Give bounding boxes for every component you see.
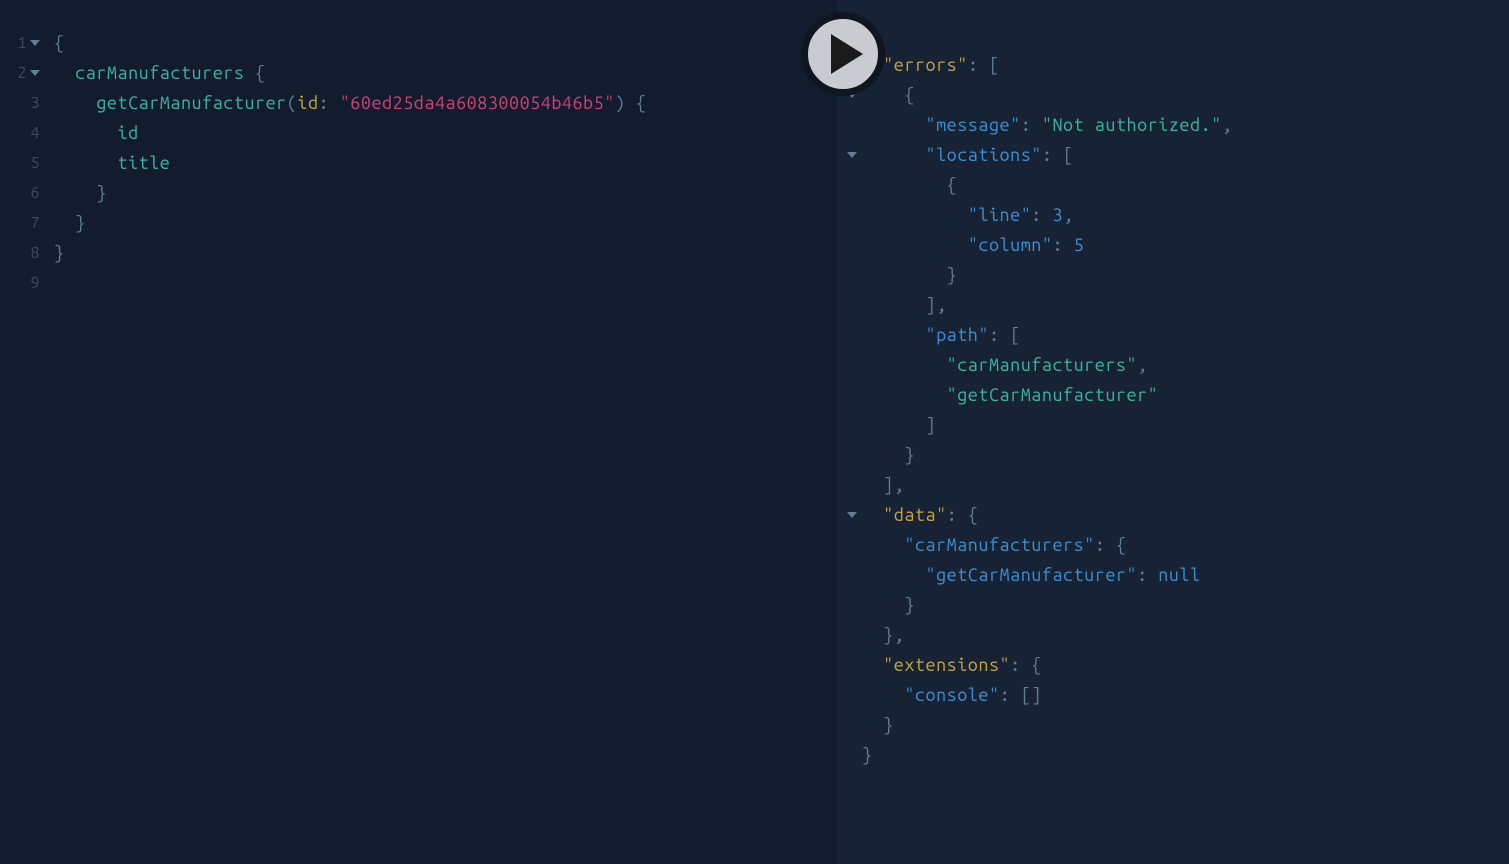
code-token: "locations"	[925, 145, 1041, 165]
code-token: null	[1158, 565, 1200, 585]
code-token: "line"	[968, 205, 1031, 225]
fold-arrow-icon[interactable]	[847, 512, 857, 518]
line-number: 6	[31, 178, 40, 208]
code-token: :	[319, 93, 340, 113]
code-token: :	[1137, 565, 1158, 585]
code-token: 3	[1052, 205, 1063, 225]
code-token: "carManufacturers"	[904, 535, 1094, 555]
code-token: }	[75, 213, 86, 233]
query-editor-pane[interactable]: 1 2 3 4 5 6 7 8 9 { carManufacturers { g…	[0, 0, 838, 864]
line-number: 1	[18, 28, 27, 58]
code-token: "path"	[925, 325, 988, 345]
execute-query-button[interactable]	[801, 12, 885, 96]
code-token: id	[297, 93, 318, 113]
line-number-gutter: 1 2 3 4 5 6 7 8 9	[0, 0, 44, 864]
code-token: },	[883, 625, 904, 645]
fold-arrow-icon[interactable]	[847, 152, 857, 158]
code-token: ],	[883, 475, 904, 495]
line-number: 5	[31, 148, 40, 178]
code-token: }	[947, 265, 958, 285]
query-code[interactable]: { carManufacturers { getCarManufacturer(…	[44, 0, 838, 864]
line-number: 8	[31, 238, 40, 268]
code-token: 5	[1074, 235, 1085, 255]
fold-arrow-icon[interactable]	[30, 40, 40, 46]
code-token: }	[904, 445, 915, 465]
code-token: ,	[1063, 205, 1074, 225]
code-token: "extensions"	[883, 655, 1010, 675]
code-token: : []	[1000, 685, 1042, 705]
code-token: {	[947, 175, 958, 195]
code-token: ]	[925, 415, 936, 435]
response-pane: { "errors": [ { "message": "Not authoriz…	[838, 0, 1509, 864]
code-token: "getCarManufacturer"	[947, 385, 1159, 405]
code-token: "data"	[883, 505, 946, 525]
graphql-playground: 1 2 3 4 5 6 7 8 9 { carManufacturers { g…	[0, 0, 1509, 864]
code-token: : [	[968, 55, 1000, 75]
code-token: id	[117, 123, 138, 143]
code-token: : {	[1095, 535, 1127, 555]
response-fold-gutter	[838, 0, 862, 864]
code-token: (	[287, 93, 298, 113]
code-token: : [	[1042, 145, 1074, 165]
code-token: {	[54, 33, 65, 53]
code-token: }	[54, 243, 65, 263]
line-number: 7	[31, 208, 40, 238]
response-code[interactable]: { "errors": [ { "message": "Not authoriz…	[862, 0, 1509, 864]
code-token: "carManufacturers"	[947, 355, 1137, 375]
code-token: }	[862, 745, 873, 765]
fold-arrow-icon[interactable]	[30, 70, 40, 76]
code-token: "60ed25da4a608300054b46b5"	[340, 93, 615, 113]
code-token: }	[96, 183, 107, 203]
code-token: }	[883, 715, 894, 735]
code-token: "getCarManufacturer"	[925, 565, 1137, 585]
code-token: "column"	[968, 235, 1053, 255]
code-token: title	[117, 153, 170, 173]
code-token: :	[1031, 205, 1052, 225]
code-token: "Not authorized."	[1042, 115, 1222, 135]
code-token: : [	[989, 325, 1021, 345]
code-token: "errors"	[883, 55, 968, 75]
line-number: 9	[31, 268, 40, 298]
code-token: : {	[947, 505, 979, 525]
play-icon	[831, 34, 863, 74]
code-token: :	[1052, 235, 1073, 255]
code-token: :	[1021, 115, 1042, 135]
code-token: ],	[925, 295, 946, 315]
code-token: getCarManufacturer	[96, 93, 286, 113]
code-token: : {	[1010, 655, 1042, 675]
code-token: {	[244, 63, 265, 83]
code-token: "message"	[925, 115, 1020, 135]
code-token: ) {	[615, 93, 647, 113]
code-token: "console"	[904, 685, 999, 705]
code-token: }	[904, 595, 915, 615]
line-number: 3	[31, 88, 40, 118]
code-token: {	[904, 85, 915, 105]
line-number: 2	[18, 58, 27, 88]
code-token: ,	[1137, 355, 1148, 375]
code-token: carManufacturers	[75, 63, 244, 83]
code-token: ,	[1222, 115, 1233, 135]
line-number: 4	[31, 118, 40, 148]
